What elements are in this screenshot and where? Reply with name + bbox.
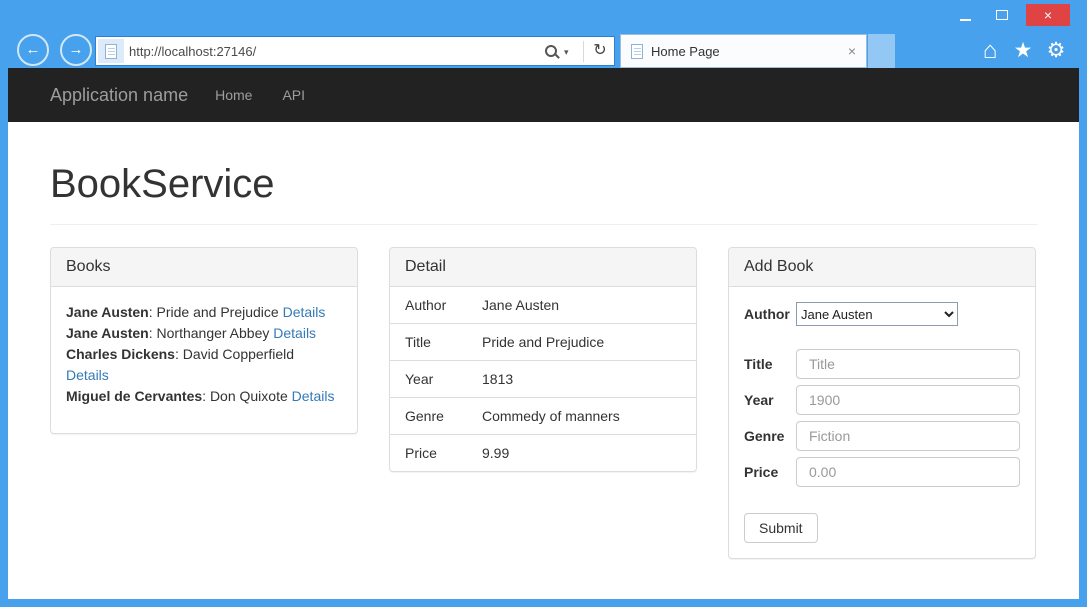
page-icon: [105, 44, 117, 59]
detail-label: Year: [390, 361, 482, 398]
author-label: Author: [744, 306, 796, 322]
submit-button[interactable]: Submit: [744, 513, 818, 543]
search-icon[interactable]: [544, 44, 560, 60]
detail-label: Author: [390, 287, 482, 324]
url-input[interactable]: [129, 38, 529, 64]
page-content: BookService Books Jane Austen: Pride and…: [50, 164, 1037, 559]
price-label: Price: [744, 464, 796, 480]
page-favicon-box: [98, 39, 124, 63]
detail-label: Title: [390, 324, 482, 361]
back-arrow-icon: ←: [26, 41, 41, 58]
nav-link-api[interactable]: API: [267, 68, 320, 122]
book-title: Pride and Prejudice: [157, 304, 279, 320]
books-panel-title: Books: [51, 248, 357, 287]
detail-value: Jane Austen: [482, 287, 696, 324]
tab-close-icon[interactable]: ×: [848, 43, 856, 59]
book-item: Jane Austen: Northanger Abbey Details: [66, 323, 339, 344]
book-item: Charles Dickens: David Copperfield Detai…: [66, 344, 339, 386]
forward-arrow-icon: →: [69, 41, 84, 58]
maximize-icon: [996, 10, 1008, 20]
book-separator: :: [175, 346, 183, 362]
book-separator: :: [149, 325, 157, 341]
book-author: Miguel de Cervantes: [66, 388, 202, 404]
navbar-brand[interactable]: Application name: [50, 68, 188, 122]
nav-links: Home API: [200, 68, 320, 122]
search-dropdown-icon[interactable]: ▾: [564, 47, 569, 58]
title-label: Title: [744, 356, 796, 372]
price-input[interactable]: [796, 457, 1020, 487]
book-title: Northanger Abbey: [157, 325, 270, 341]
detail-row: Title Pride and Prejudice: [390, 324, 696, 361]
minimize-icon: [960, 19, 971, 21]
book-item: Jane Austen: Pride and Prejudice Details: [66, 302, 339, 323]
book-separator: :: [149, 304, 157, 320]
detail-value: 1813: [482, 361, 696, 398]
detail-value: Pride and Prejudice: [482, 324, 696, 361]
panels-row: Books Jane Austen: Pride and Prejudice D…: [50, 247, 1037, 559]
add-book-form: Author Jane Austen Title Year Ge: [729, 287, 1035, 558]
tab-title: Home Page: [651, 44, 840, 59]
book-author: Jane Austen: [66, 304, 149, 320]
refresh-icon[interactable]: ↻: [589, 40, 611, 60]
genre-input[interactable]: [796, 421, 1020, 451]
new-tab-button[interactable]: [868, 34, 895, 68]
detail-panel: Detail Author Jane Austen Title Pride an…: [389, 247, 697, 472]
detail-value: 9.99: [482, 435, 696, 472]
minimize-button[interactable]: [948, 4, 982, 26]
books-list: Jane Austen: Pride and Prejudice Details…: [51, 287, 357, 433]
detail-label: Genre: [390, 398, 482, 435]
nav-link-home[interactable]: Home: [200, 68, 267, 122]
address-bar-divider: [583, 41, 584, 62]
detail-value: Commedy of manners: [482, 398, 696, 435]
genre-label: Genre: [744, 428, 796, 444]
book-item: Miguel de Cervantes: Don Quixote Details: [66, 386, 339, 407]
detail-row: Price 9.99: [390, 435, 696, 472]
author-select[interactable]: Jane Austen: [796, 302, 958, 326]
add-book-panel-title: Add Book: [729, 248, 1035, 287]
book-separator: :: [202, 388, 210, 404]
details-link[interactable]: Details: [283, 304, 326, 320]
form-field-genre: Genre: [744, 421, 1020, 451]
web-page: Application name Home API BookService Bo…: [8, 68, 1079, 599]
close-icon: ×: [1044, 4, 1052, 26]
page-title: BookService: [50, 164, 1037, 204]
form-field-price: Price: [744, 457, 1020, 487]
detail-row: Genre Commedy of manners: [390, 398, 696, 435]
detail-label: Price: [390, 435, 482, 472]
book-author: Jane Austen: [66, 325, 149, 341]
address-bar[interactable]: ▾ ↻: [95, 36, 615, 66]
form-field-year: Year: [744, 385, 1020, 415]
app-navbar: Application name Home API: [8, 68, 1079, 122]
title-input[interactable]: [796, 349, 1020, 379]
year-label: Year: [744, 392, 796, 408]
forward-button[interactable]: →: [60, 34, 92, 66]
detail-panel-title: Detail: [390, 248, 696, 287]
tab-page-icon: [631, 44, 643, 59]
detail-row: Year 1813: [390, 361, 696, 398]
favorites-star-icon[interactable]: ★: [1008, 37, 1038, 65]
books-panel: Books Jane Austen: Pride and Prejudice D…: [50, 247, 358, 434]
settings-gear-icon[interactable]: ⚙: [1041, 37, 1071, 65]
details-link[interactable]: Details: [66, 367, 109, 383]
detail-row: Author Jane Austen: [390, 287, 696, 324]
book-author: Charles Dickens: [66, 346, 175, 362]
details-link[interactable]: Details: [292, 388, 335, 404]
detail-table: Author Jane Austen Title Pride and Preju…: [390, 287, 696, 471]
add-book-panel: Add Book Author Jane Austen Title Year: [728, 247, 1036, 559]
close-window-button[interactable]: ×: [1026, 4, 1070, 26]
title-divider: [50, 224, 1037, 225]
home-icon[interactable]: ⌂: [975, 37, 1005, 65]
book-title: Don Quixote: [210, 388, 288, 404]
back-button[interactable]: ←: [17, 34, 49, 66]
form-field-title: Title: [744, 349, 1020, 379]
browser-tab[interactable]: Home Page ×: [620, 34, 867, 68]
maximize-button[interactable]: [985, 4, 1019, 26]
form-field-author: Author Jane Austen: [744, 302, 1020, 326]
details-link[interactable]: Details: [273, 325, 316, 341]
book-title: David Copperfield: [183, 346, 294, 362]
year-input[interactable]: [796, 385, 1020, 415]
